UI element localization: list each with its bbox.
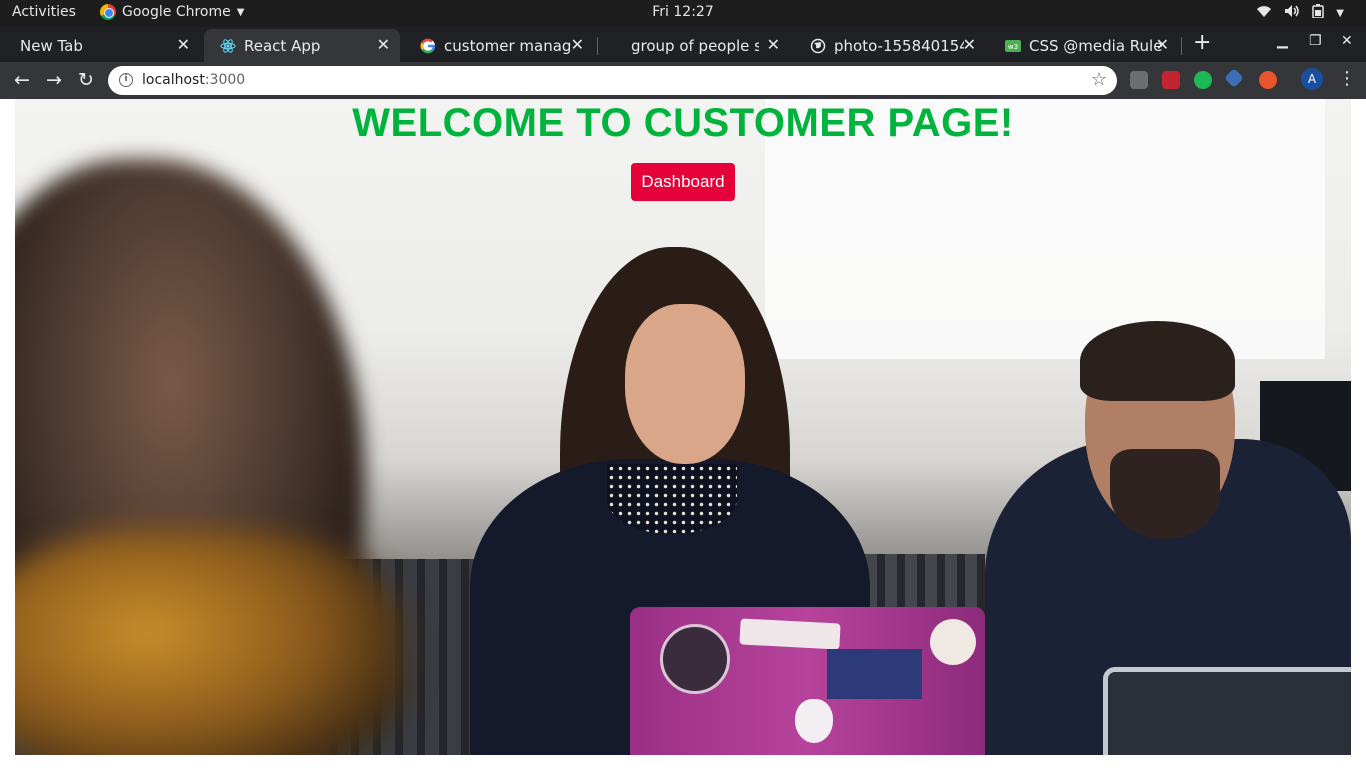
clock[interactable]: Fri 12:27 (0, 4, 1366, 20)
minimize-icon[interactable]: ▁ (1277, 33, 1288, 49)
close-icon[interactable]: ✕ (1156, 37, 1169, 53)
google-icon (420, 38, 436, 54)
photo-woman-face (625, 304, 745, 464)
bookmark-star-icon[interactable]: ☆ (1091, 69, 1107, 90)
extension-orange-icon[interactable] (1259, 71, 1277, 89)
tab-title: photo-1558401549- (834, 36, 964, 55)
tab-title: customer managem (444, 36, 572, 55)
close-window-icon[interactable]: ✕ (1341, 33, 1353, 49)
w3schools-icon: w3 (1005, 38, 1021, 54)
photo-apple-logo (795, 699, 833, 743)
restore-icon[interactable]: ❐ (1309, 33, 1322, 49)
tab-separator (597, 37, 598, 55)
react-icon (220, 38, 236, 54)
battery-icon (1312, 4, 1325, 22)
tab-title: New Tab (20, 36, 83, 55)
dashboard-button[interactable]: Dashboard (631, 163, 735, 201)
url-host: localhost (142, 72, 205, 88)
tab-separator (1181, 37, 1182, 55)
tab-css-media-rule[interactable]: w3 CSS @media Rule ✕ (989, 29, 1179, 62)
globe-icon (810, 38, 826, 54)
extension-green-circle-icon[interactable] (1194, 71, 1212, 89)
tab-title: CSS @media Rule (1029, 36, 1163, 55)
tab-react-app[interactable]: React App ✕ (204, 29, 400, 62)
close-icon[interactable]: ✕ (963, 37, 976, 53)
page-viewport: WELCOME TO CUSTOMER PAGE! Dashboard (0, 99, 1366, 768)
close-icon[interactable]: ✕ (177, 37, 190, 53)
close-icon[interactable]: ✕ (571, 37, 584, 53)
caret-down-icon: ▼ (1336, 7, 1344, 19)
tab-group-of-people[interactable]: group of people sit ✕ (600, 29, 790, 62)
new-tab-plus-icon[interactable]: + (1193, 32, 1211, 54)
photo-laptop-sticker (739, 618, 841, 650)
photo-collar (607, 464, 737, 534)
page-title: WELCOME TO CUSTOMER PAGE! (352, 101, 1014, 145)
url-text[interactable]: localhost:3000 (142, 72, 245, 88)
svg-text:w3: w3 (1008, 43, 1018, 51)
photo-laptop-sticker (660, 624, 730, 694)
extension-red-icon[interactable] (1162, 71, 1180, 89)
photo-second-laptop (1103, 667, 1351, 755)
photo-laptop-sticker (827, 649, 922, 699)
tab-customer-management[interactable]: customer managem ✕ (404, 29, 594, 62)
close-icon[interactable]: ✕ (377, 37, 390, 53)
wifi-icon (1256, 4, 1272, 22)
volume-icon (1284, 4, 1300, 22)
reload-icon[interactable]: ↻ (74, 68, 98, 92)
close-icon[interactable]: ✕ (767, 37, 780, 53)
site-info-icon[interactable]: i (119, 73, 133, 87)
tab-new-tab[interactable]: New Tab ✕ (4, 29, 200, 62)
tab-title: React App (244, 36, 321, 55)
extension-c-icon[interactable] (1130, 71, 1148, 89)
profile-avatar[interactable]: A (1301, 68, 1323, 90)
forward-arrow-icon[interactable]: → (42, 68, 66, 92)
back-arrow-icon[interactable]: ← (10, 68, 34, 92)
url-port: :3000 (204, 72, 246, 88)
menu-kebab-icon[interactable]: ⋮ (1338, 68, 1356, 90)
system-tray[interactable]: ▼ (1256, 4, 1344, 22)
tab-title: group of people sit (631, 36, 759, 55)
photo-man-hair (1080, 321, 1235, 401)
system-top-bar: Activities Google Chrome ▼ Fri 12:27 ▼ (0, 0, 1366, 27)
tab-photo[interactable]: photo-1558401549- ✕ (794, 29, 986, 62)
photo-laptop-sticker (930, 619, 976, 665)
photo-man-beard (1110, 449, 1220, 539)
tab-strip: New Tab ✕ React App ✕ customer managem ✕… (0, 27, 1366, 62)
address-bar[interactable]: i localhost:3000 ☆ (108, 66, 1117, 95)
photo-blurred-shirt (15, 529, 405, 755)
